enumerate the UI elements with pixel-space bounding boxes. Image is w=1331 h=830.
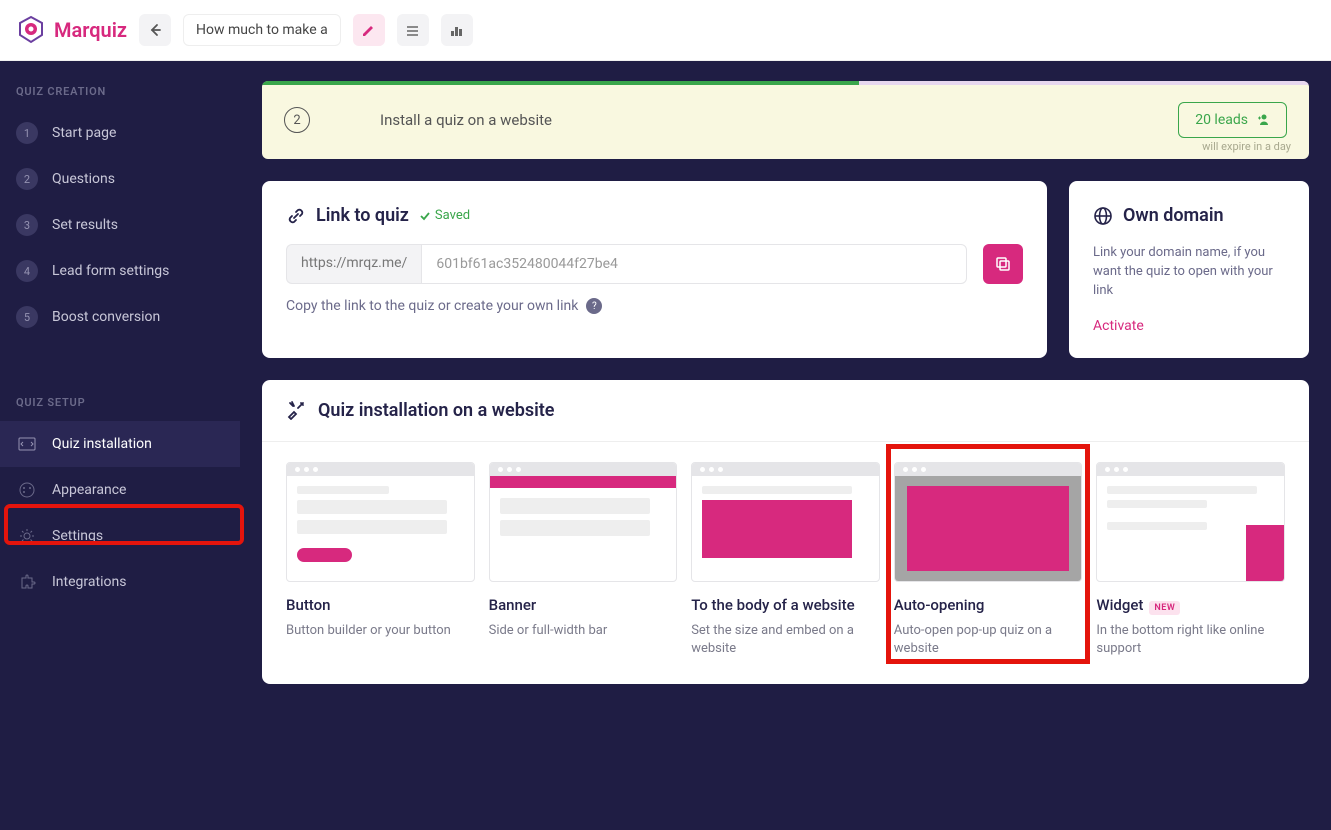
activate-link[interactable]: Activate xyxy=(1093,318,1144,334)
quiz-installation-card: Quiz installation on a website Button Bu… xyxy=(262,380,1309,684)
step-number: 2 xyxy=(284,107,310,133)
url-prefix: https://mrqz.me/ xyxy=(286,244,421,284)
copy-button[interactable] xyxy=(983,244,1023,284)
quiz-name-input[interactable]: How much to make a xyxy=(183,14,341,46)
list-button[interactable] xyxy=(397,14,429,46)
link-card-title: Link to quiz xyxy=(316,205,409,226)
sidebar-item-appearance[interactable]: Appearance xyxy=(0,467,240,513)
logo-icon xyxy=(16,15,46,45)
sidebar-item-integrations[interactable]: Integrations xyxy=(0,559,240,605)
palette-icon xyxy=(16,479,38,501)
stats-button[interactable] xyxy=(441,14,473,46)
code-icon xyxy=(16,433,38,455)
sidebar-item-settings[interactable]: Settings xyxy=(0,513,240,559)
edit-button[interactable] xyxy=(353,14,385,46)
install-notice: 2 Install a quiz on a website 20 leads w… xyxy=(262,81,1309,159)
sidebar-section-setup: QUIZ SETUP xyxy=(0,396,240,421)
domain-card-text: Link your domain name, if you want the q… xyxy=(1093,244,1285,301)
preview-button xyxy=(286,462,475,582)
leads-button[interactable]: 20 leads xyxy=(1178,102,1287,138)
sidebar-item-start-page[interactable]: 1Start page xyxy=(0,110,240,156)
sidebar-item-questions[interactable]: 2Questions xyxy=(0,156,240,202)
puzzle-icon xyxy=(16,571,38,593)
quiz-url-input[interactable] xyxy=(421,244,967,284)
new-badge: NEW xyxy=(1149,601,1180,615)
preview-banner xyxy=(489,462,678,582)
install-card-title: Quiz installation on a website xyxy=(318,400,555,421)
copy-icon xyxy=(994,255,1012,273)
content: 2 Install a quiz on a website 20 leads w… xyxy=(240,61,1331,830)
main: QUIZ CREATION 1Start page 2Questions 3Se… xyxy=(0,61,1331,830)
preview-auto-opening xyxy=(894,462,1083,582)
install-option-banner[interactable]: Banner Side or full-width bar xyxy=(489,462,678,658)
preview-widget xyxy=(1096,462,1285,582)
topbar: Marquiz How much to make a xyxy=(0,0,1331,61)
preview-body xyxy=(691,462,880,582)
install-option-button[interactable]: Button Button builder or your button xyxy=(286,462,475,658)
saved-indicator: Saved xyxy=(419,208,470,223)
link-to-quiz-card: Link to quiz Saved https://mrqz.me/ Copy… xyxy=(262,181,1047,358)
sidebar: QUIZ CREATION 1Start page 2Questions 3Se… xyxy=(0,61,240,830)
sidebar-item-boost-conversion[interactable]: 5Boost conversion xyxy=(0,294,240,340)
add-user-icon xyxy=(1256,113,1270,127)
link-help-text: Copy the link to the quiz or create your… xyxy=(286,298,1023,314)
domain-card-title: Own domain xyxy=(1123,205,1224,226)
install-option-widget[interactable]: WidgetNEW In the bottom right like onlin… xyxy=(1096,462,1285,658)
logo[interactable]: Marquiz xyxy=(16,15,127,45)
back-button[interactable] xyxy=(139,14,171,46)
sidebar-section-creation: QUIZ CREATION xyxy=(0,85,240,110)
help-icon[interactable]: ? xyxy=(586,298,602,314)
notice-text: Install a quiz on a website xyxy=(380,111,1108,129)
sidebar-item-lead-form[interactable]: 4Lead form settings xyxy=(0,248,240,294)
link-icon xyxy=(286,206,306,226)
install-option-auto-opening[interactable]: Auto-opening Auto-open pop-up quiz on a … xyxy=(894,462,1083,658)
own-domain-card: Own domain Link your domain name, if you… xyxy=(1069,181,1309,358)
sidebar-item-quiz-installation[interactable]: Quiz installation xyxy=(0,421,240,467)
tools-icon xyxy=(286,400,306,420)
globe-icon xyxy=(1093,206,1113,226)
progress-bar-fill xyxy=(262,81,859,85)
expire-text: will expire in a day xyxy=(1202,140,1291,153)
gear-icon xyxy=(16,525,38,547)
logo-text: Marquiz xyxy=(54,18,127,42)
sidebar-item-set-results[interactable]: 3Set results xyxy=(0,202,240,248)
install-option-body[interactable]: To the body of a website Set the size an… xyxy=(691,462,880,658)
check-icon xyxy=(419,210,431,222)
